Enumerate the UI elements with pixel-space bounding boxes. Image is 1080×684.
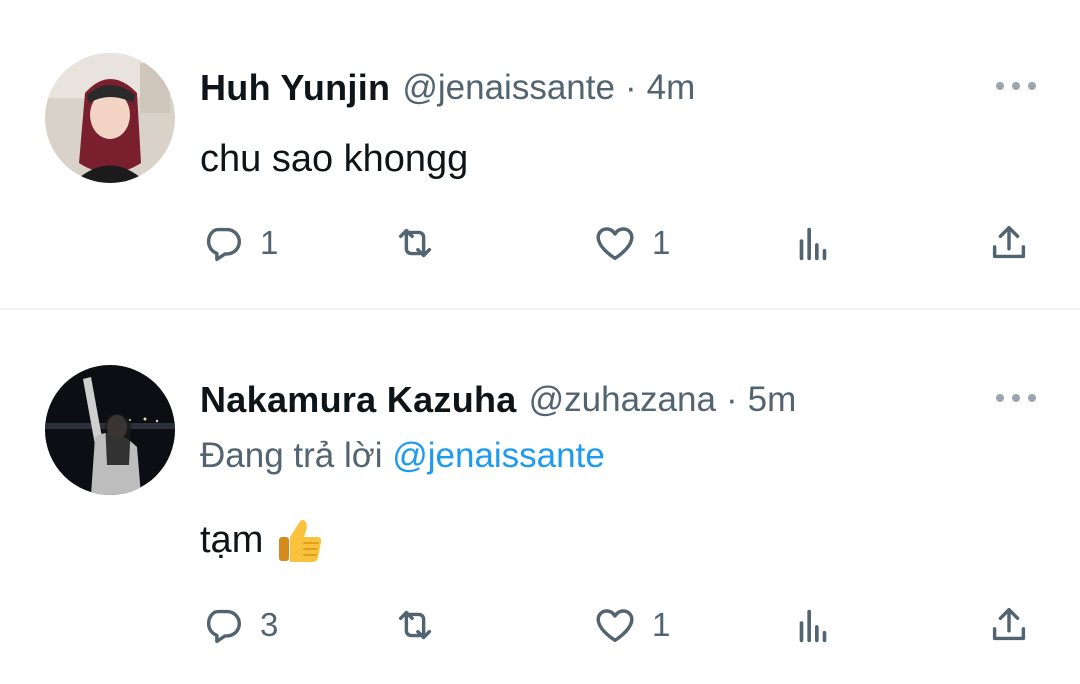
like-count: 1 (652, 606, 671, 643)
tweet-text: tạm (200, 518, 264, 561)
retweet-icon (398, 610, 432, 640)
more-icon[interactable] (996, 76, 1036, 96)
action-bar: 3 1 (200, 600, 1035, 650)
like-button[interactable]: 1 (592, 218, 670, 268)
timestamp[interactable]: 4m (647, 68, 696, 108)
avatar-image (45, 365, 175, 495)
reply-icon (206, 609, 242, 644)
tweet-header: Huh Yunjin @jenaissante · 4m (200, 63, 695, 113)
avatar-image (45, 53, 175, 183)
display-name[interactable]: Nakamura Kazuha (200, 379, 517, 421)
avatar[interactable] (45, 53, 175, 183)
reply-count: 1 (260, 224, 279, 261)
retweet-icon (398, 228, 432, 258)
action-bar: 1 1 (200, 218, 1035, 268)
separator-dot: · (624, 68, 637, 107)
reply-button[interactable]: 3 (200, 600, 278, 650)
display-name[interactable]: Huh Yunjin (200, 67, 390, 109)
tweet[interactable]: Nakamura Kazuha @zuhazana · 5m Đang trả … (0, 310, 1080, 684)
share-button[interactable] (986, 218, 1032, 268)
reply-icon (206, 227, 242, 262)
avatar[interactable] (45, 365, 175, 495)
mention-link[interactable]: @jenaissante (392, 436, 605, 475)
tweet-text-container: tạm (200, 515, 325, 565)
views-icon (799, 609, 827, 643)
retweet-button[interactable] (392, 218, 452, 268)
tweet[interactable]: Huh Yunjin @jenaissante · 4m chu sao kho… (0, 0, 1080, 309)
tweet-header: Nakamura Kazuha @zuhazana · 5m (200, 375, 796, 425)
replying-to: Đang trả lời @jenaissante (200, 436, 605, 476)
views-button[interactable] (790, 218, 836, 268)
like-icon (596, 609, 634, 643)
views-button[interactable] (790, 600, 836, 650)
views-icon (799, 227, 827, 261)
like-button[interactable]: 1 (592, 600, 670, 650)
user-handle[interactable]: @jenaissante (402, 68, 615, 108)
tweet-text: chu sao khongg (200, 138, 469, 180)
like-count: 1 (652, 224, 671, 261)
replying-label: Đang trả lời (200, 436, 383, 475)
thumbs-up-emoji-icon (279, 519, 322, 562)
timestamp[interactable]: 5m (748, 380, 797, 420)
reply-button[interactable]: 1 (200, 218, 278, 268)
share-icon (992, 607, 1026, 641)
more-icon[interactable] (996, 388, 1036, 408)
share-button[interactable] (986, 600, 1032, 650)
reply-count: 3 (260, 606, 279, 643)
like-icon (596, 227, 634, 261)
user-handle[interactable]: @zuhazana (529, 380, 716, 420)
share-icon (992, 225, 1026, 259)
separator-dot: · (725, 380, 738, 419)
retweet-button[interactable] (392, 600, 452, 650)
